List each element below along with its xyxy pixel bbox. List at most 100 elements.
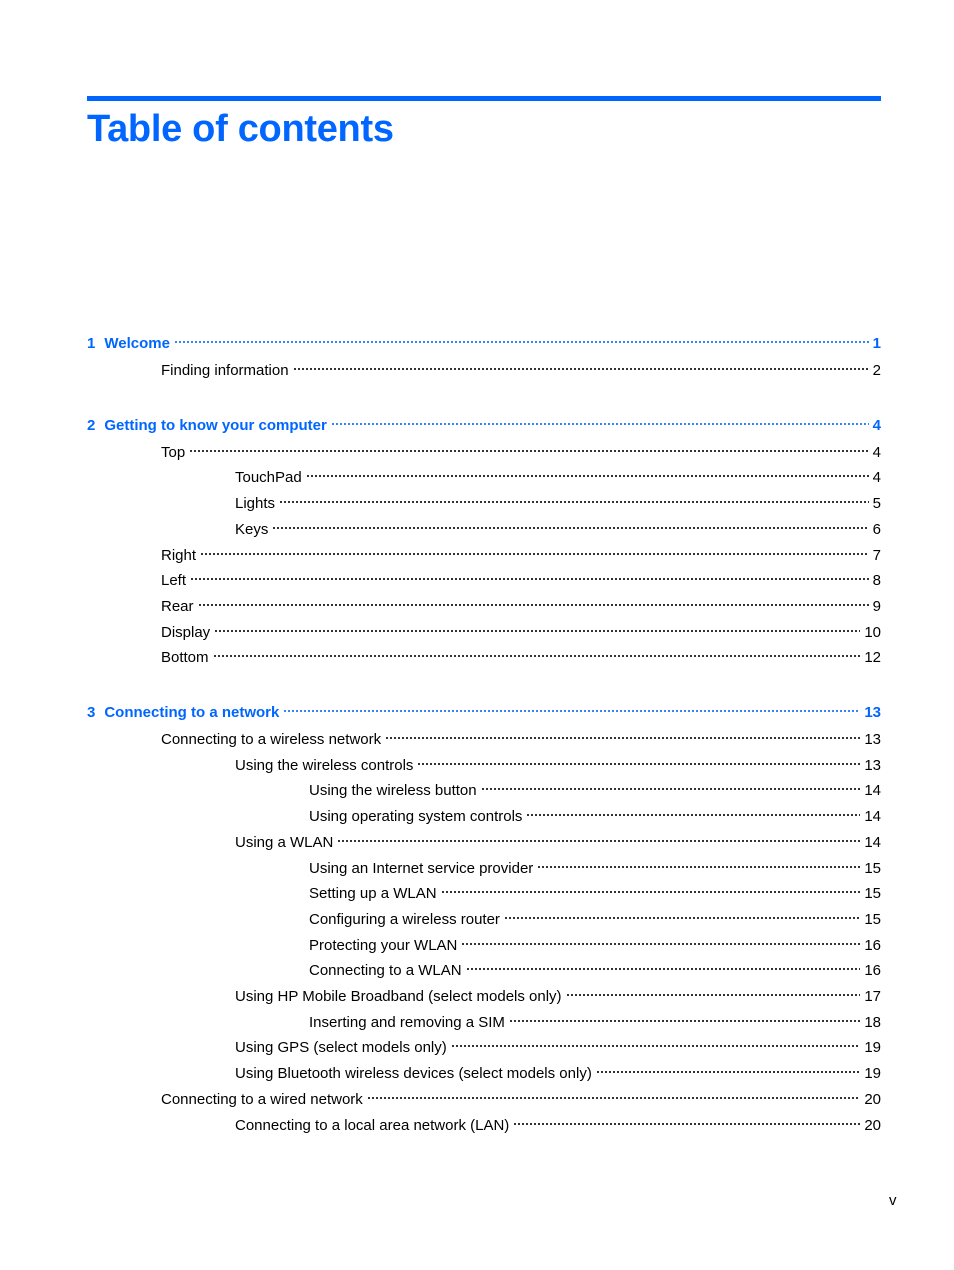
toc-entry-title: Connecting to a WLAN: [309, 962, 462, 979]
toc-entry[interactable]: Finding information 2: [161, 355, 881, 381]
toc-page-number: 14: [864, 834, 881, 851]
toc-entry[interactable]: Lights 5: [235, 488, 881, 514]
toc-entry[interactable]: Connecting to a wireless network 13: [161, 724, 881, 750]
toc-entry-title: Protecting your WLAN: [309, 937, 458, 954]
page-folio: v: [889, 1192, 897, 1209]
toc-entry-label: Connecting to a WLAN: [309, 961, 466, 981]
toc-chapter-entry[interactable]: 3 Connecting to a network 13: [87, 697, 881, 723]
toc-entry[interactable]: Connecting to a wired network 20: [161, 1084, 881, 1110]
dot-leader: [279, 488, 869, 508]
dot-leader: [197, 591, 869, 611]
toc-entry[interactable]: Connecting to a WLAN 16: [309, 955, 881, 981]
dot-leader: [513, 1110, 861, 1130]
toc-page-number: 13: [864, 704, 881, 721]
toc-entry[interactable]: Using GPS (select models only) 19: [235, 1032, 881, 1058]
toc-entry[interactable]: Keys 6: [235, 514, 881, 540]
toc-entry-label: Connecting to a wireless network: [161, 730, 385, 750]
dot-leader: [173, 328, 869, 348]
toc-page-number: 19: [864, 1039, 881, 1056]
toc-entry-title: Bottom: [161, 649, 209, 666]
toc-entry[interactable]: Top 4: [161, 437, 881, 463]
toc-page-number: 12: [864, 649, 881, 666]
toc-entry-label: Protecting your WLAN: [309, 936, 461, 956]
toc-entry[interactable]: Using a WLAN 14: [235, 827, 881, 853]
dot-leader: [292, 355, 869, 375]
toc-page-number: 16: [864, 937, 881, 954]
toc-page-number: 14: [864, 808, 881, 825]
toc-entry[interactable]: Display 10: [161, 617, 881, 643]
toc-entry[interactable]: Protecting your WLAN 16: [309, 930, 881, 956]
dot-leader: [465, 955, 861, 975]
toc-entry[interactable]: Rear 9: [161, 591, 881, 617]
toc-entry-title: TouchPad: [235, 469, 302, 486]
toc-entry-title: Setting up a WLAN: [309, 885, 437, 902]
toc-page-number: 4: [872, 417, 881, 434]
toc-entry[interactable]: Connecting to a local area network (LAN)…: [235, 1110, 881, 1136]
toc-entry-title: Welcome: [104, 335, 170, 352]
dot-leader: [417, 750, 861, 770]
dot-leader: [200, 540, 869, 560]
toc-entry-label: Using a WLAN: [235, 833, 337, 853]
toc-page-number: 8: [872, 572, 881, 589]
dot-leader: [526, 801, 861, 821]
toc-page-number: 13: [864, 757, 881, 774]
dot-leader: [305, 462, 869, 482]
toc-entry-label: Right: [161, 546, 200, 566]
toc-entry-label: Top: [161, 443, 189, 463]
toc-entry-title: Using Bluetooth wireless devices (select…: [235, 1065, 592, 1082]
toc-page-number: 10: [864, 624, 881, 641]
toc-entry[interactable]: Using operating system controls 14: [309, 801, 881, 827]
toc-entry-label: Using an Internet service provider: [309, 859, 537, 879]
toc-entry-title: Using operating system controls: [309, 808, 523, 825]
toc-entry-title: Left: [161, 572, 187, 589]
dot-leader: [595, 1058, 861, 1078]
dot-leader: [537, 853, 861, 873]
dot-leader: [461, 930, 861, 950]
toc-entry[interactable]: Using HP Mobile Broadband (select models…: [235, 981, 881, 1007]
toc-entry[interactable]: Inserting and removing a SIM 18: [309, 1007, 881, 1033]
toc-entry[interactable]: Configuring a wireless router 15: [309, 904, 881, 930]
toc-entry-label: Setting up a WLAN: [309, 884, 441, 904]
toc-page-number: 14: [864, 782, 881, 799]
toc-entry[interactable]: Right 7: [161, 540, 881, 566]
dot-leader: [272, 514, 869, 534]
toc-entry-label: Display: [161, 623, 214, 643]
toc-entry[interactable]: Using the wireless controls 13: [235, 750, 881, 776]
toc-entry-label: Connecting to a wired network: [161, 1090, 367, 1110]
toc-entry-title: Using the wireless button: [309, 782, 477, 799]
toc-entry[interactable]: Setting up a WLAN 15: [309, 878, 881, 904]
toc-entry-label: Finding information: [161, 361, 293, 381]
toc-page-number: 15: [864, 860, 881, 877]
dot-leader: [480, 775, 861, 795]
toc-entry-label: Keys: [235, 520, 272, 540]
toc-entry[interactable]: Left 8: [161, 565, 881, 591]
toc-entry-title: Getting to know your computer: [104, 417, 327, 434]
toc-entry-label: Connecting to a local area network (LAN): [235, 1116, 513, 1136]
toc-entry[interactable]: Bottom 12: [161, 642, 881, 668]
toc-page-number: 18: [864, 1014, 881, 1031]
toc-entry-title: Using a WLAN: [235, 834, 334, 851]
chapter-number: 2: [87, 417, 96, 434]
toc-page-number: 1: [872, 335, 881, 352]
toc-entry[interactable]: TouchPad 4: [235, 462, 881, 488]
toc-entry-title: Using an Internet service provider: [309, 860, 534, 877]
toc-entry[interactable]: Using the wireless button 14: [309, 775, 881, 801]
toc-entry-label: Bottom: [161, 648, 213, 668]
toc-page-number: 9: [872, 598, 881, 615]
toc-entry-label: Using the wireless button: [309, 781, 481, 801]
toc-page-number: 4: [872, 469, 881, 486]
title-rule: [87, 96, 881, 101]
page-title: Table of contents: [87, 108, 394, 150]
dot-leader: [366, 1084, 861, 1104]
toc-chapter-entry[interactable]: 1 Welcome 1: [87, 328, 881, 354]
toc-entry-title: Top: [161, 444, 186, 461]
toc-page-number: 16: [864, 962, 881, 979]
toc-entry[interactable]: Using an Internet service provider 15: [309, 853, 881, 879]
toc-entry-title: Connecting to a local area network (LAN): [235, 1117, 510, 1134]
toc-chapter-entry[interactable]: 2 Getting to know your computer 4: [87, 410, 881, 436]
toc-page-number: 17: [864, 988, 881, 1005]
toc-page-number: 20: [864, 1091, 881, 1108]
toc-entry[interactable]: Using Bluetooth wireless devices (select…: [235, 1058, 881, 1084]
dot-leader: [283, 697, 861, 717]
toc-entry-title: Display: [161, 624, 211, 641]
